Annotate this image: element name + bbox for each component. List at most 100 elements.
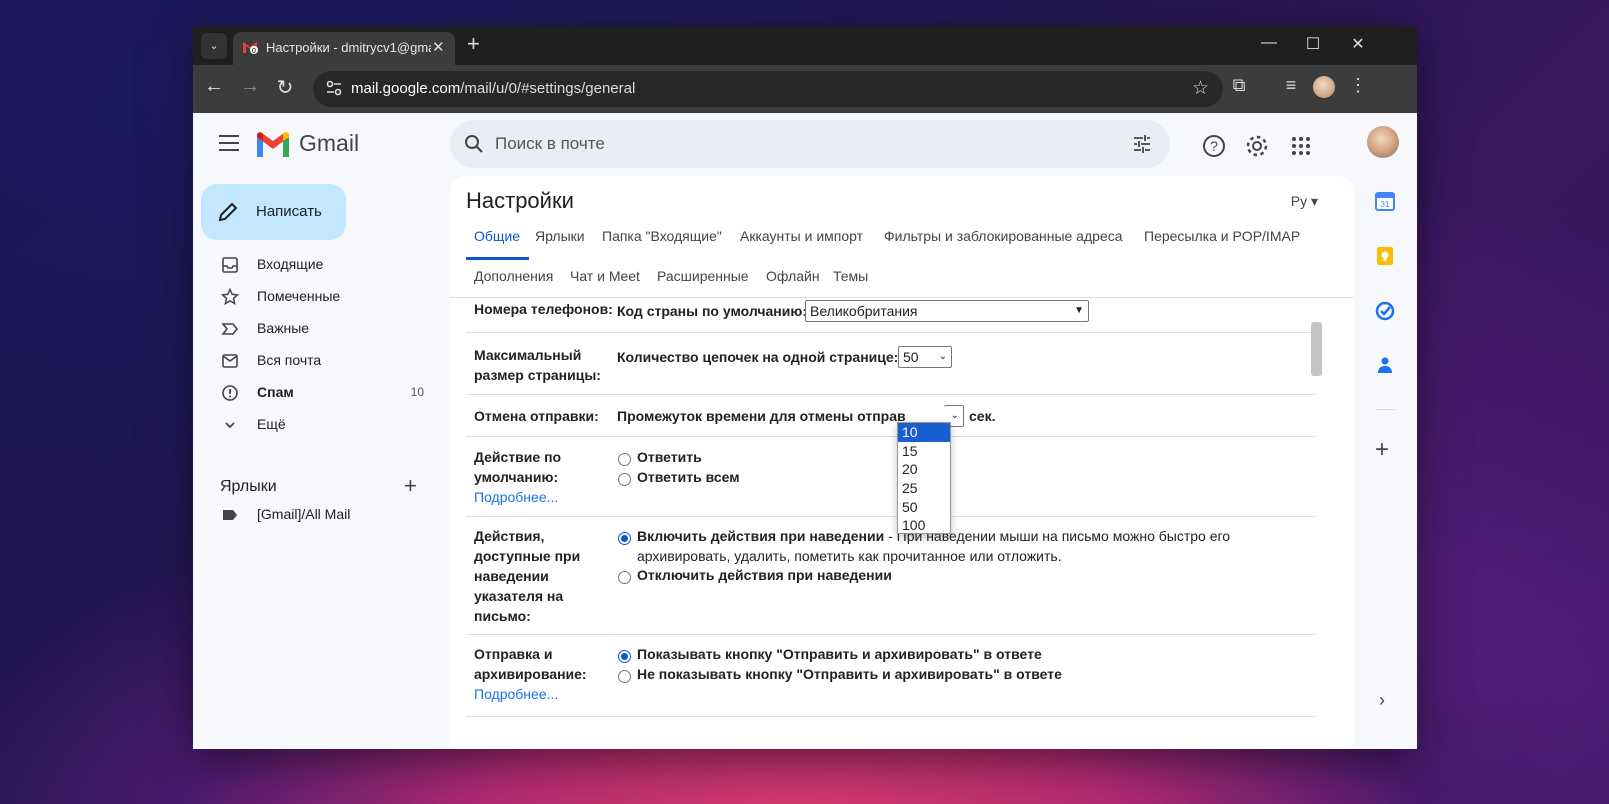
label-item-text: [Gmail]/All Mail bbox=[257, 506, 351, 522]
gmail-app: Gmail Поиск в почте ? Написать Входящие … bbox=[193, 113, 1417, 749]
tab-offline[interactable]: Офлайн bbox=[766, 268, 820, 284]
active-tab-indicator bbox=[466, 257, 529, 260]
maximize-icon[interactable]: ☐ bbox=[1303, 34, 1323, 54]
reply-all-radio[interactable] bbox=[618, 473, 631, 486]
page-size-option[interactable]: 100 bbox=[898, 516, 950, 535]
tab-inbox[interactable]: Папка "Входящие" bbox=[602, 228, 722, 244]
media-control-icon[interactable]: ≡ bbox=[1279, 75, 1303, 96]
pencil-icon bbox=[218, 202, 238, 222]
bookmark-star-icon[interactable]: ☆ bbox=[1192, 77, 1209, 100]
nav-item-spam[interactable]: Спам 10 bbox=[193, 377, 438, 409]
tab-forwarding[interactable]: Пересылка и POP/IMAP bbox=[1144, 228, 1300, 244]
setting-label-line: письмо: bbox=[474, 608, 531, 624]
forward-icon[interactable]: → bbox=[237, 75, 263, 98]
tab-themes[interactable]: Темы bbox=[833, 268, 868, 284]
hide-send-archive-label: Не показывать кнопку "Отправить и архиви… bbox=[637, 666, 1062, 682]
minimize-icon[interactable]: — bbox=[1259, 34, 1279, 52]
mail-search-input[interactable]: Поиск в почте bbox=[450, 120, 1170, 168]
setting-label-line: Действие по bbox=[474, 449, 562, 465]
learn-more-link[interactable]: Подробнее... bbox=[474, 684, 587, 704]
setting-field-label: Количество цепочек на одной странице: bbox=[617, 349, 899, 365]
page-size-option[interactable]: 15 bbox=[898, 442, 950, 461]
compose-label: Написать bbox=[256, 203, 322, 220]
gmail-logo-text: Gmail bbox=[299, 130, 360, 156]
page-size-value: 50 bbox=[903, 349, 919, 365]
svg-text:?: ? bbox=[1210, 138, 1218, 154]
tab-general[interactable]: Общие bbox=[474, 228, 520, 244]
tab-chat[interactable]: Чат и Meet bbox=[570, 268, 640, 284]
tab-accounts[interactable]: Аккаунты и импорт bbox=[740, 228, 863, 244]
page-size-option[interactable]: 20 bbox=[898, 460, 950, 479]
add-addon-icon[interactable]: + bbox=[1375, 436, 1389, 464]
country-code-select[interactable]: Великобритания ▼ bbox=[805, 300, 1089, 322]
page-size-option[interactable]: 25 bbox=[898, 479, 950, 498]
add-label-icon[interactable]: + bbox=[404, 473, 417, 499]
side-panel: 31 + › bbox=[1354, 113, 1417, 749]
contacts-icon[interactable] bbox=[1375, 355, 1395, 375]
help-icon[interactable]: ? bbox=[1202, 134, 1226, 158]
hover-enable-title: Включить действия при наведении bbox=[637, 528, 885, 544]
tab-addons[interactable]: Дополнения bbox=[474, 268, 553, 284]
back-icon[interactable]: ← bbox=[201, 75, 227, 98]
setting-label-line: умолчанию: bbox=[474, 469, 559, 485]
search-icon[interactable] bbox=[464, 134, 484, 154]
tab-advanced[interactable]: Расширенные bbox=[657, 268, 749, 284]
spam-count: 10 bbox=[410, 385, 424, 399]
setting-label: Отправка и архивирование: Подробнее... bbox=[474, 644, 587, 704]
reply-radio[interactable] bbox=[618, 453, 631, 466]
page-size-option[interactable]: 50 bbox=[898, 498, 950, 517]
nav-item-starred[interactable]: Помеченные bbox=[193, 281, 438, 313]
page-size-option[interactable]: 10 bbox=[898, 423, 950, 442]
setting-label-line: доступные при bbox=[474, 548, 581, 564]
important-icon bbox=[221, 323, 239, 335]
settings-gear-icon[interactable] bbox=[1245, 134, 1269, 158]
svg-text:0: 0 bbox=[252, 48, 256, 54]
tab-search-button[interactable]: ⌄ bbox=[201, 33, 227, 59]
tab-labels[interactable]: Ярлыки bbox=[535, 228, 585, 244]
star-icon bbox=[221, 288, 239, 305]
chevron-right-icon[interactable]: › bbox=[1379, 690, 1385, 711]
setting-row-default-reply: Действие по умолчанию: Подробнее... Ответи… bbox=[466, 437, 1316, 517]
close-window-icon[interactable]: ✕ bbox=[1348, 34, 1368, 54]
learn-more-link[interactable]: Подробнее... bbox=[474, 487, 561, 507]
input-tools-label: Ру bbox=[1290, 193, 1308, 209]
show-send-archive-radio[interactable] bbox=[618, 650, 631, 663]
page-size-select[interactable]: 50 ⌄ bbox=[898, 346, 952, 368]
new-tab-icon[interactable]: + bbox=[467, 31, 480, 57]
reload-icon[interactable]: ↻ bbox=[272, 75, 298, 100]
tasks-icon[interactable] bbox=[1375, 301, 1395, 321]
apps-grid-icon[interactable] bbox=[1289, 134, 1313, 158]
nav-item-inbox[interactable]: Входящие bbox=[193, 249, 438, 281]
hover-enable-radio[interactable] bbox=[618, 532, 631, 545]
extensions-icon[interactable]: ⧉ bbox=[1227, 75, 1251, 96]
nav-item-more[interactable]: Ещё bbox=[193, 409, 438, 441]
label-item-all-mail[interactable]: [Gmail]/All Mail bbox=[193, 499, 438, 531]
site-info-icon[interactable] bbox=[325, 79, 343, 97]
url-field[interactable]: mail.google.com/mail/u/0/#settings/gener… bbox=[313, 71, 1223, 107]
setting-label: Действия, доступные при наведении указат… bbox=[474, 526, 580, 626]
close-tab-icon[interactable]: ✕ bbox=[432, 38, 445, 56]
spam-icon bbox=[222, 385, 238, 401]
browser-tab[interactable]: 0 Настройки - dmitrycv1@gmail.com ✕ bbox=[233, 32, 455, 65]
input-tools-button[interactable]: Ру ▾ bbox=[1291, 193, 1318, 210]
seconds-suffix: сек. bbox=[969, 408, 996, 424]
labels-header: Ярлыки bbox=[220, 478, 277, 495]
nav-item-all-mail[interactable]: Вся почта bbox=[193, 345, 438, 377]
calendar-icon[interactable]: 31 bbox=[1375, 191, 1395, 211]
setting-row-page-size: Максимальный размер страницы: Количество … bbox=[466, 333, 1316, 395]
settings-scrollbar[interactable] bbox=[1311, 322, 1322, 376]
nav-item-important[interactable]: Важные bbox=[193, 313, 438, 345]
setting-field-label: Промежуток времени для отмены отправ bbox=[617, 408, 906, 424]
nav-item-label: Входящие bbox=[257, 256, 324, 272]
hide-send-archive-radio[interactable] bbox=[618, 670, 631, 683]
browser-menu-icon[interactable]: ⋮ bbox=[1346, 75, 1370, 96]
setting-field-label: Код страны по умолчанию: bbox=[617, 303, 807, 319]
hover-disable-radio[interactable] bbox=[618, 571, 631, 584]
compose-button[interactable]: Написать bbox=[201, 184, 346, 240]
profile-avatar[interactable] bbox=[1313, 76, 1335, 98]
main-menu-icon[interactable] bbox=[219, 135, 239, 151]
search-options-icon[interactable] bbox=[1132, 134, 1152, 154]
tab-filters[interactable]: Фильтры и заблокированные адреса bbox=[884, 228, 1123, 244]
chevron-down-icon: ⌄ bbox=[950, 410, 959, 421]
keep-icon[interactable] bbox=[1375, 246, 1395, 266]
